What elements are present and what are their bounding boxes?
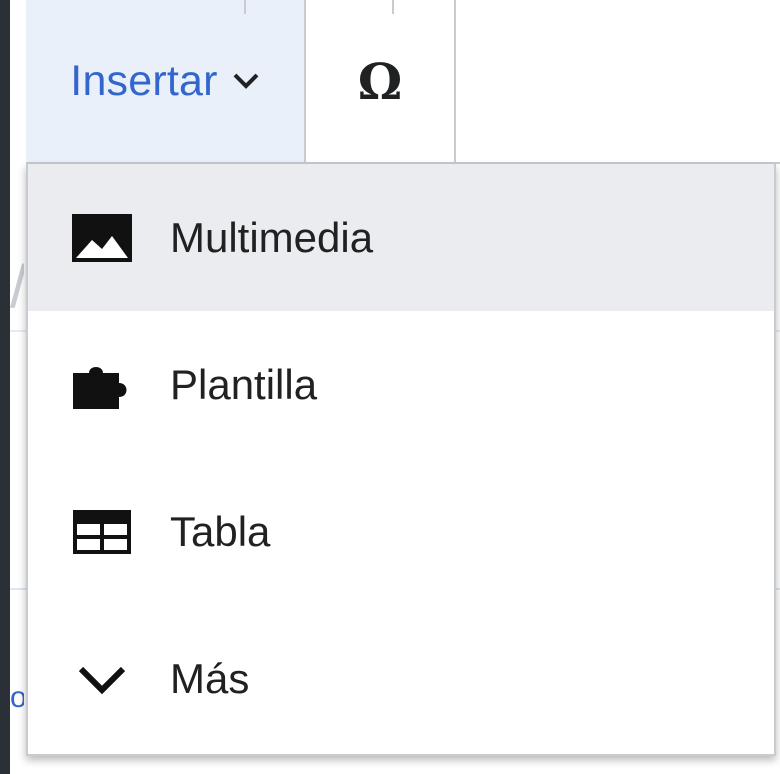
obscured-page-link: o <box>10 681 24 714</box>
menu-item-label: Plantilla <box>170 360 318 408</box>
image-icon <box>72 208 132 268</box>
table-icon <box>72 502 132 562</box>
divider <box>392 0 394 14</box>
menu-item-label: Tabla <box>170 507 271 555</box>
menu-item-label: Multimedia <box>170 213 374 261</box>
screen: / o Insertar Ω Multimedia <box>0 0 780 774</box>
omega-icon: Ω <box>357 51 403 111</box>
menu-item-plantilla[interactable]: Plantilla <box>28 311 774 458</box>
menu-item-multimedia[interactable]: Multimedia <box>28 164 774 311</box>
insert-menu-button[interactable]: Insertar <box>26 0 306 162</box>
obscured-page-content: / <box>10 252 24 322</box>
insert-dropdown-menu: Multimedia Plantilla Tabla Más <box>26 164 776 756</box>
special-characters-button[interactable]: Ω <box>306 0 456 162</box>
puzzle-icon <box>72 355 132 415</box>
editor-toolbar: Insertar Ω <box>26 0 780 164</box>
chevron-down-icon <box>233 73 259 89</box>
menu-item-mas[interactable]: Más <box>28 605 774 752</box>
divider <box>244 0 246 14</box>
menu-item-label: Más <box>170 654 250 702</box>
insert-menu-label: Insertar <box>70 56 218 105</box>
menu-item-tabla[interactable]: Tabla <box>28 458 774 605</box>
chevron-down-icon <box>72 649 132 709</box>
